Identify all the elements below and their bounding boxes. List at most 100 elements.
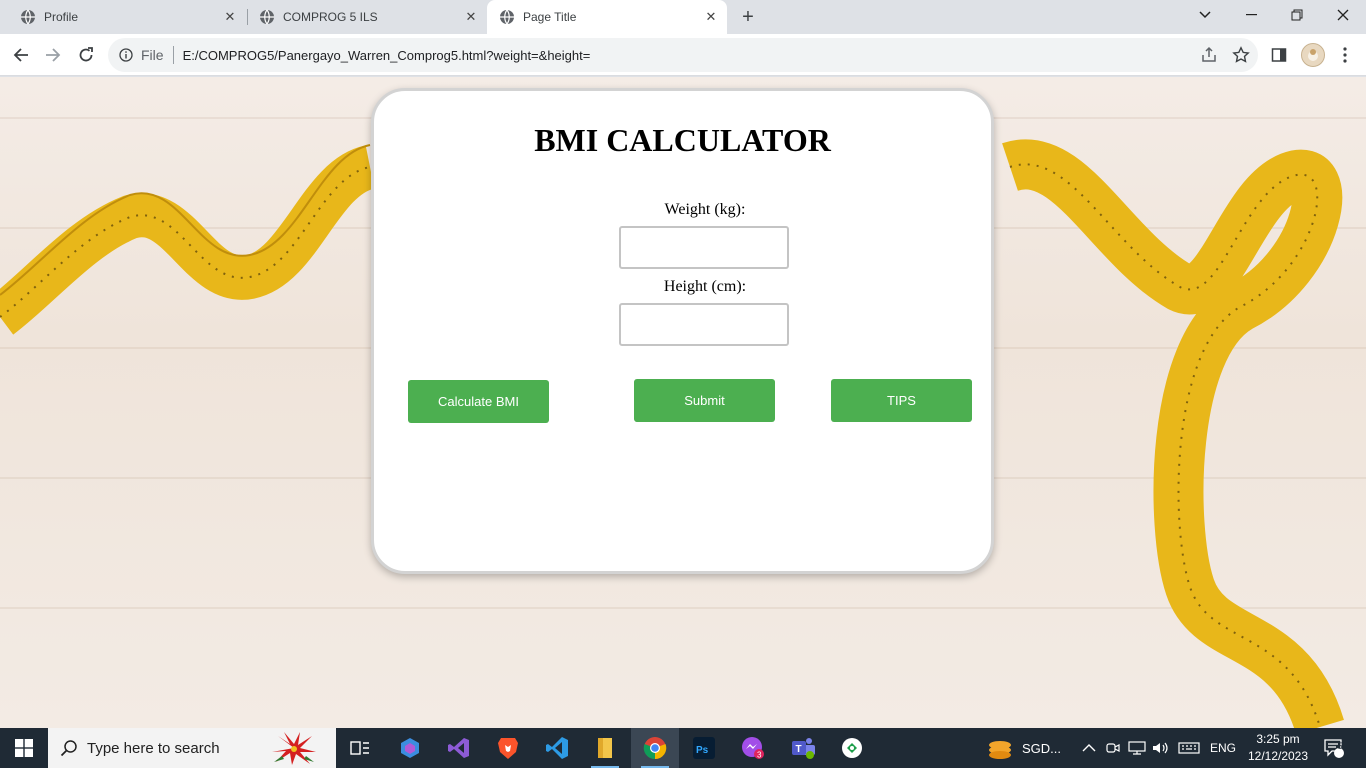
notification-count: 5 [1337,741,1343,751]
globe-icon [260,9,274,25]
tab-profile[interactable]: Profile ✕ [0,0,246,34]
restore-button[interactable] [1274,0,1320,30]
taskbar-search[interactable]: Type here to search [48,728,336,768]
weight-input[interactable] [619,226,789,269]
reload-button[interactable] [74,43,98,67]
globe-icon [21,9,35,25]
brave-app[interactable] [484,728,532,768]
measuring-tape-image [0,144,377,335]
close-icon[interactable]: ✕ [463,9,479,25]
tab-search-button[interactable] [1182,0,1228,30]
scheme-label: File [141,47,164,63]
meet-now-icon[interactable] [1106,741,1120,755]
copilot-app[interactable] [386,728,434,768]
sync-app-icon [842,738,862,758]
windows-taskbar: Type here to search Ps 3 T SGD... ENG 3:… [0,728,1366,768]
minimize-button[interactable] [1228,0,1274,30]
divider [172,46,174,64]
task-view-icon [350,741,369,755]
poinsettia-icon [272,732,316,765]
sync-app[interactable] [828,728,876,768]
copilot-icon [401,738,419,758]
task-view-button[interactable] [336,728,384,768]
close-icon[interactable]: ✕ [222,9,238,25]
chrome-app[interactable] [631,728,679,768]
submit-button[interactable]: Submit [634,379,775,422]
chevron-down-icon [1199,11,1211,19]
language-indicator[interactable]: ENG [1210,741,1236,755]
profile-avatar[interactable] [1301,43,1325,67]
vscode-icon [546,737,568,759]
file-explorer-app[interactable] [581,728,629,768]
restore-icon [1291,9,1303,21]
weight-label: Weight (kg): [664,201,746,218]
keyboard-icon[interactable] [1178,741,1200,755]
tab-comprog[interactable]: COMPROG 5 ILS ✕ [239,0,487,34]
url-text[interactable]: E:/COMPROG5/Panergayo_Warren_Comprog5.ht… [183,48,591,63]
side-panel-icon [1271,48,1287,62]
info-icon[interactable] [119,48,133,62]
search-icon [60,740,77,757]
tips-button[interactable]: TIPS [831,379,972,422]
clock-time: 3:25 pm [1256,732,1300,746]
search-placeholder: Type here to search [87,739,220,757]
photoshop-app[interactable]: Ps [680,728,728,768]
side-panel-button[interactable] [1267,43,1291,67]
arrow-left-icon [13,48,28,62]
svg-text:T: T [796,744,802,755]
close-icon[interactable]: ✕ [703,9,719,25]
start-button[interactable] [0,728,48,768]
height-input[interactable] [619,303,789,346]
page-viewport: BMI CALCULATOR Weight (kg): Height (cm):… [0,77,1366,728]
menu-button[interactable] [1333,43,1357,67]
tab-strip: Profile ✕ COMPROG 5 ILS ✕ Page Title ✕ + [0,0,1366,34]
tab-title: Page Title [523,10,577,24]
windows-logo-icon [15,739,33,757]
new-tab-button[interactable]: + [736,6,760,28]
teams-app[interactable]: T [779,728,827,768]
teams-icon: T [792,738,815,759]
volume-icon[interactable] [1152,741,1170,755]
tab-title: Profile [44,10,79,24]
notifications-button[interactable]: 5 [1323,728,1345,768]
globe-icon [500,9,514,25]
svg-text:Ps: Ps [696,745,709,756]
vscode-app[interactable] [533,728,581,768]
star-icon[interactable] [1232,46,1250,64]
tab-title: COMPROG 5 ILS [283,10,378,24]
measuring-tape-image [1002,139,1344,728]
chrome-icon [643,737,667,760]
brave-lion-icon [498,738,518,759]
forward-button[interactable] [41,43,65,67]
browser-toolbar: File E:/COMPROG5/Panergayo_Warren_Compro… [0,34,1366,76]
messenger-app[interactable]: 3 [729,728,777,768]
close-window-button[interactable] [1320,0,1366,30]
clock[interactable]: 3:25 pm 12/12/2023 [1242,731,1314,765]
share-icon[interactable] [1200,46,1218,64]
page-title: BMI CALCULATOR [534,122,831,158]
messenger-icon: 3 [742,737,764,760]
visual-studio-app[interactable] [435,728,483,768]
tab-page-title[interactable]: Page Title ✕ [487,0,727,34]
weather-widget[interactable]: SGD... [986,728,1061,768]
chevron-up-icon[interactable] [1082,743,1096,753]
minimize-icon [1245,14,1257,16]
close-icon [1337,9,1349,21]
system-tray: ENG [1082,728,1236,768]
weather-icon [989,741,1011,759]
folder-icon [598,738,612,758]
network-icon[interactable] [1128,741,1146,755]
address-bar[interactable]: File E:/COMPROG5/Panergayo_Warren_Compro… [108,38,1258,72]
height-label: Height (cm): [663,278,747,295]
more-vertical-icon [1343,47,1347,63]
weather-label: SGD... [1022,740,1062,756]
avatar-icon [1308,49,1318,61]
photoshop-icon: Ps [693,737,715,759]
reload-icon [79,47,93,62]
arrow-right-icon [46,48,61,62]
calculate-bmi-button[interactable]: Calculate BMI [408,380,549,423]
clock-date: 12/12/2023 [1247,749,1309,763]
visual-studio-icon [448,738,469,758]
back-button[interactable] [9,43,33,67]
svg-text:3: 3 [757,751,762,760]
